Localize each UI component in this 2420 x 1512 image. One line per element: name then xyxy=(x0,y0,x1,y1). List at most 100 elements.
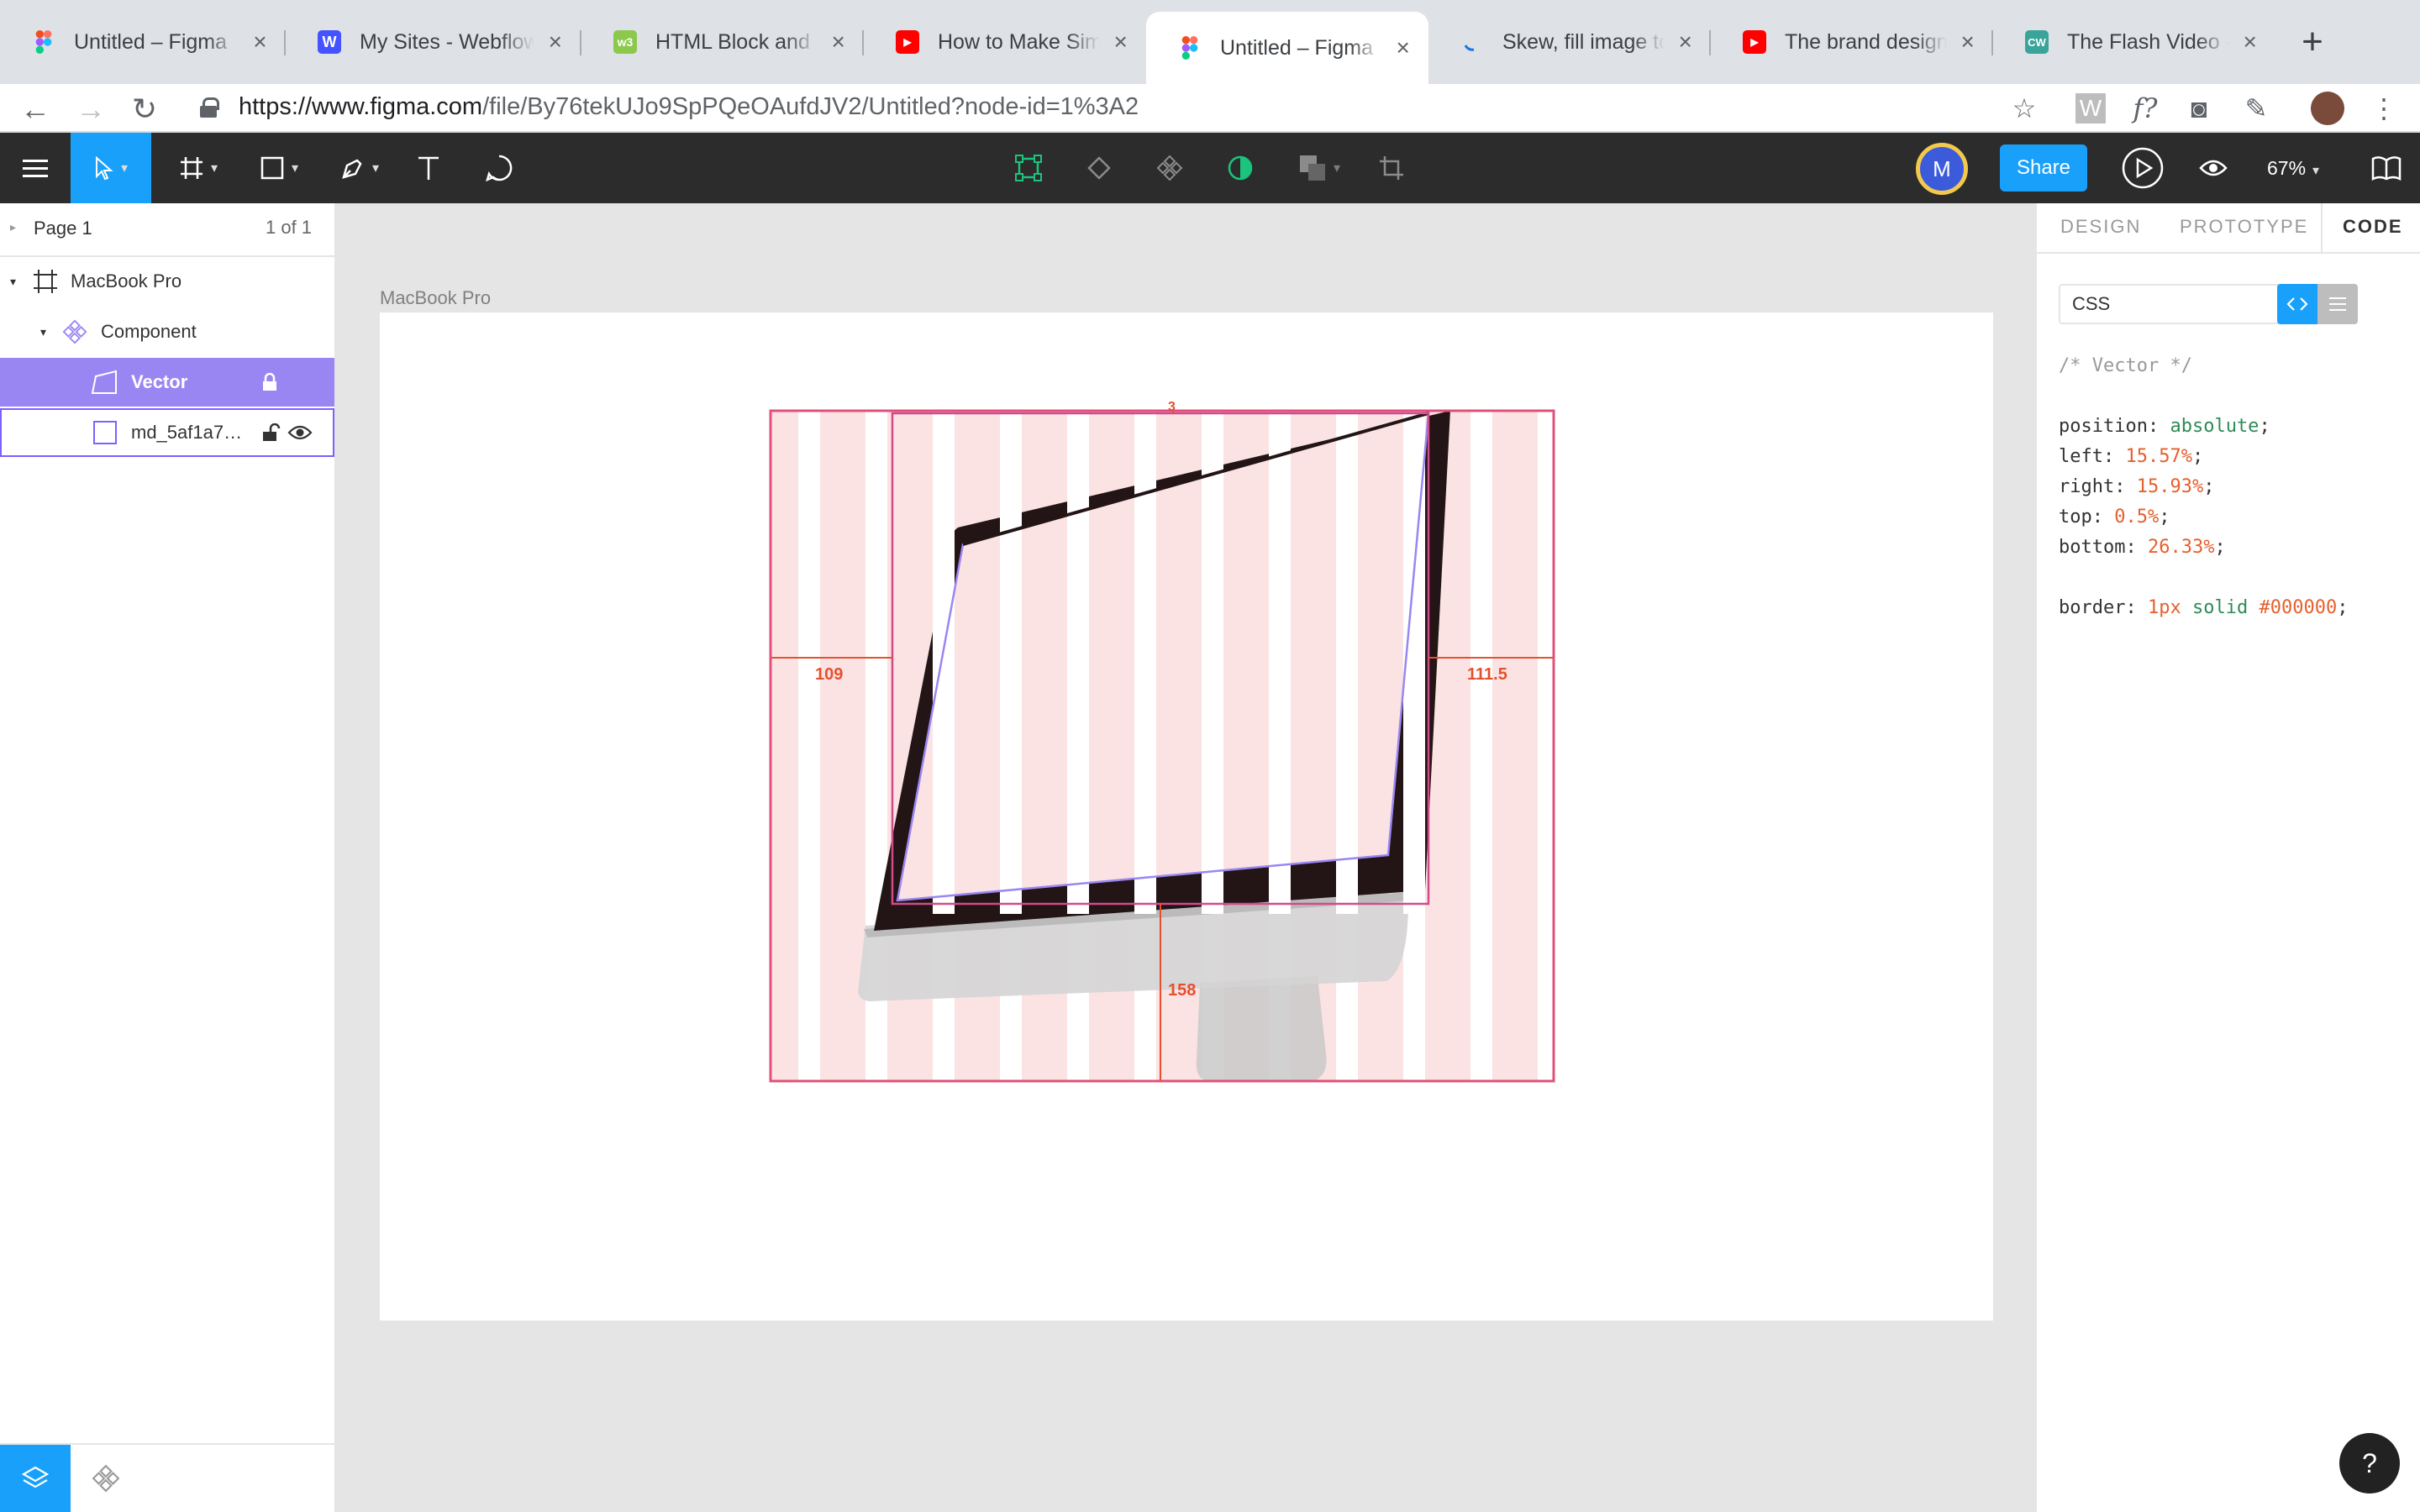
youtube-icon: ▶ xyxy=(896,30,919,54)
reload-button[interactable]: ↻ xyxy=(126,91,163,128)
unlock-icon[interactable] xyxy=(262,423,281,442)
browser-tab[interactable]: Untitled – Figma × xyxy=(0,12,286,72)
zoom-value: 67% xyxy=(2267,157,2307,179)
comment-tool-button[interactable] xyxy=(474,133,524,203)
union-icon[interactable]: ▾ xyxy=(1286,133,1353,203)
back-button[interactable]: ← xyxy=(17,91,54,128)
language-select[interactable]: CSS ⌄ xyxy=(2059,284,2311,324)
webflow-extension-icon[interactable]: W xyxy=(2075,93,2106,123)
code-value: absolute xyxy=(2170,416,2260,437)
code-value: 15.57% xyxy=(2125,446,2192,467)
close-icon[interactable]: × xyxy=(1675,30,1696,54)
close-icon[interactable]: × xyxy=(1957,30,1978,54)
boolean-icon[interactable] xyxy=(1074,133,1124,203)
canvas[interactable]: MacBook Pro 109 111.5 158 3 xyxy=(336,203,2035,1512)
left-panel-tabs xyxy=(0,1443,334,1512)
code-value: #000000 xyxy=(2259,597,2338,618)
formula-extension-icon[interactable]: f? xyxy=(2128,91,2163,126)
code-key: top xyxy=(2059,507,2092,528)
tab-design[interactable]: DESIGN xyxy=(2060,203,2141,250)
inspector-panel: DESIGN PROTOTYPE CODE CSS ⌄ /* Vector */… xyxy=(2035,203,2420,1512)
layers-tab[interactable] xyxy=(0,1445,71,1512)
text-tool-button[interactable] xyxy=(403,133,454,203)
code-key: border xyxy=(2059,597,2126,618)
code-key: left xyxy=(2059,446,2103,467)
present-icon[interactable] xyxy=(2118,133,2168,203)
edit-object-icon[interactable] xyxy=(1003,133,1054,203)
profile-avatar[interactable] xyxy=(2311,92,2344,125)
pen-tool-button[interactable]: ▾ xyxy=(326,133,393,203)
css-code-block[interactable]: /* Vector */ position: absolute; left: 1… xyxy=(2059,351,2348,623)
code-icon xyxy=(2286,297,2308,311)
measure-left-label: 109 xyxy=(815,665,844,684)
close-icon[interactable]: × xyxy=(250,30,271,54)
frame-tool-button[interactable]: ▾ xyxy=(165,133,232,203)
code-value: 26.33% xyxy=(2147,537,2215,558)
forward-button[interactable]: → xyxy=(72,91,109,128)
layer-component[interactable]: ▾ Component xyxy=(0,307,334,356)
tab-title: The brand design xyxy=(1785,29,1948,54)
layer-vector[interactable]: Vector xyxy=(0,358,334,407)
browser-tab-active[interactable]: Untitled – Figma × xyxy=(1146,12,1428,84)
layer-name: Component xyxy=(101,321,197,342)
language-value: CSS xyxy=(2072,293,2111,314)
components-icon xyxy=(92,1464,120,1493)
browser-tab[interactable]: ▶ How to Make Simp × xyxy=(864,12,1146,72)
code-comment: /* Vector */ xyxy=(2059,355,2192,376)
close-icon[interactable]: × xyxy=(2239,30,2260,54)
view-only-eye-icon[interactable] xyxy=(2188,133,2238,203)
browser-tab[interactable]: ▶ The brand design × xyxy=(1711,12,1993,72)
browser-tab[interactable]: CW The Flash Video - × xyxy=(1993,12,2275,72)
w3-icon: w3 xyxy=(613,30,637,54)
lock-icon[interactable] xyxy=(262,373,277,391)
component-icon[interactable] xyxy=(1144,133,1195,203)
page-selector[interactable]: ▸ Page 1 1 of 1 xyxy=(0,203,334,252)
close-icon[interactable]: × xyxy=(828,30,849,54)
tab-title: Untitled – Figma xyxy=(74,29,228,54)
close-icon[interactable]: × xyxy=(544,30,566,54)
library-book-icon[interactable] xyxy=(2361,133,2412,203)
browser-tab[interactable]: w3 HTML Block and In × xyxy=(581,12,864,72)
bookmark-star-icon[interactable]: ☆ xyxy=(2007,91,2042,126)
avatar[interactable]: M xyxy=(1916,143,1968,195)
chevron-down-icon: ▾ xyxy=(210,161,218,176)
help-button[interactable]: ? xyxy=(2339,1433,2400,1494)
chevron-down-icon: ▾ xyxy=(120,161,129,176)
share-button[interactable]: Share xyxy=(2000,144,2087,192)
component-artwork[interactable] xyxy=(336,203,2035,1512)
measure-bottom-label: 158 xyxy=(1168,981,1197,1000)
code-key: bottom xyxy=(2059,537,2126,558)
mask-icon[interactable] xyxy=(1215,133,1265,203)
layer-name: MacBook Pro xyxy=(71,270,182,291)
webflow-icon: W xyxy=(318,30,341,54)
tab-prototype[interactable]: PROTOTYPE xyxy=(2180,203,2308,250)
layer-frame-macbook-pro[interactable]: ▾ MacBook Pro xyxy=(0,257,334,306)
new-tab-button[interactable]: + xyxy=(2296,20,2329,64)
shape-tool-button[interactable]: ▾ xyxy=(245,133,313,203)
layers-icon xyxy=(21,1466,50,1488)
url-path: /file/By76tekUJo9SpPQeOAufdJV2/Untitled?… xyxy=(482,93,1139,120)
more-menu-icon[interactable]: ⋮ xyxy=(2366,91,2402,126)
browser-tab-strip: Untitled – Figma × W My Sites - Webflow … xyxy=(0,0,2420,84)
cw-icon: CW xyxy=(2025,30,2049,54)
tab-title: Skew, fill image to xyxy=(1502,29,1665,54)
browser-tab[interactable]: Skew, fill image to × xyxy=(1428,12,1711,72)
main-menu-icon[interactable] xyxy=(0,133,71,203)
assets-tab[interactable] xyxy=(71,1445,141,1512)
tab-code[interactable]: CODE xyxy=(2343,203,2403,250)
move-tool-button[interactable]: ▾ xyxy=(71,133,151,203)
eye-icon[interactable] xyxy=(287,423,313,442)
eyedropper-extension-icon[interactable]: ✎ xyxy=(2238,91,2274,126)
browser-tab[interactable]: W My Sites - Webflow × xyxy=(286,12,581,72)
list-view-toggle[interactable] xyxy=(2317,284,2358,324)
address-bar[interactable]: https://www.figma.com/file/By76tekUJo9Sp… xyxy=(183,86,2065,131)
crop-icon[interactable] xyxy=(1366,133,1417,203)
layer-image[interactable]: md_5af1a7… xyxy=(0,408,334,457)
tab-title: My Sites - Webflow xyxy=(360,29,534,54)
close-icon[interactable]: × xyxy=(1392,36,1413,60)
code-value: 15.93% xyxy=(2136,476,2204,497)
camera-extension-icon[interactable]: ◙ xyxy=(2181,91,2217,126)
code-view-toggle[interactable] xyxy=(2277,284,2317,324)
zoom-dropdown[interactable]: 67% ▾ xyxy=(2267,133,2319,203)
close-icon[interactable]: × xyxy=(1110,30,1131,54)
